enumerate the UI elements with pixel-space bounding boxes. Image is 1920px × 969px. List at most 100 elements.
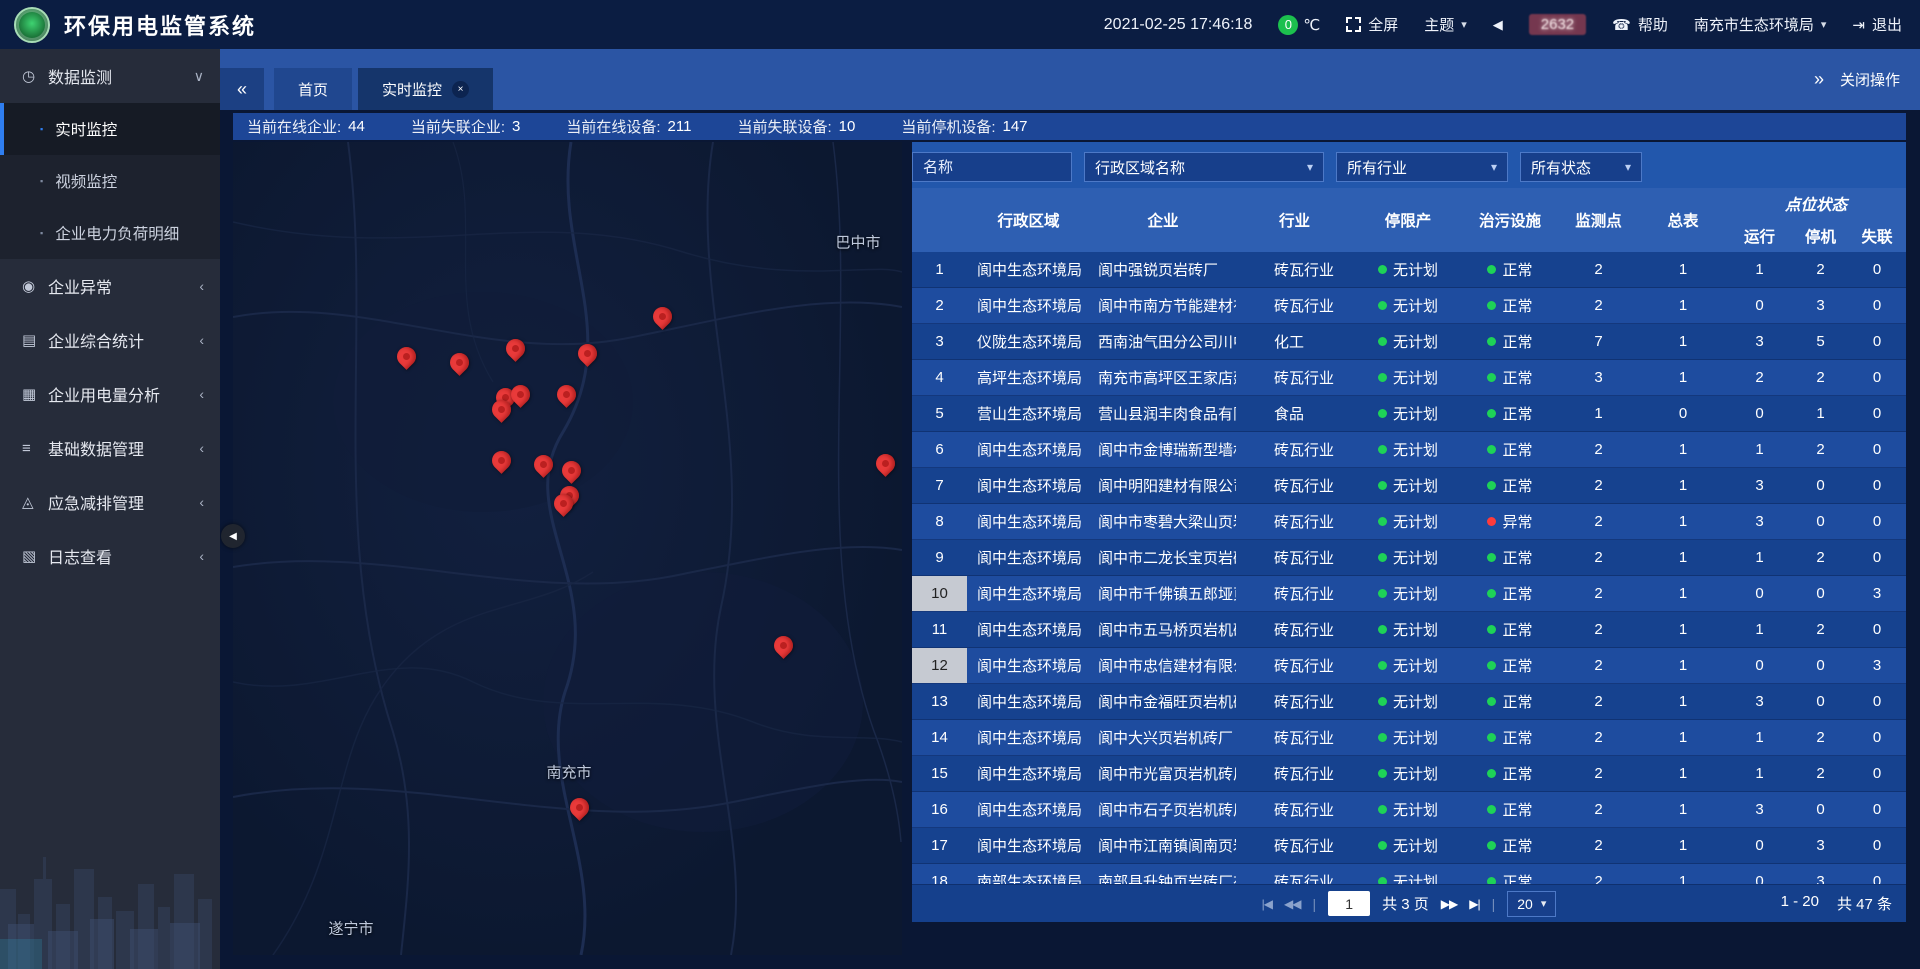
- cell-points: 2: [1557, 828, 1640, 863]
- cell-meters: 1: [1640, 792, 1726, 827]
- alert-count-badge[interactable]: 2632: [1529, 14, 1586, 35]
- organization-dropdown[interactable]: 南充市生态环境局 ▾: [1694, 14, 1827, 35]
- cell-meters: 1: [1640, 252, 1726, 287]
- status-dot: [1378, 733, 1387, 742]
- sidebar-group-item[interactable]: ◬应急减排管理‹: [0, 475, 220, 529]
- table-row[interactable]: 6阆中生态环境局阆中市金博瑞新型墙材砖瓦行业无计划正常21120: [912, 432, 1906, 468]
- table-row[interactable]: 3仪陇生态环境局西南油气田分公司川中化工无计划正常71350: [912, 324, 1906, 360]
- table-row[interactable]: 2阆中生态环境局阆中市南方节能建材有砖瓦行业无计划正常21030: [912, 288, 1906, 324]
- sidebar-subitem[interactable]: ▪实时监控: [0, 103, 220, 155]
- page-size-select[interactable]: 20 ▾: [1507, 891, 1556, 917]
- cell-points: 2: [1557, 864, 1640, 884]
- table-row[interactable]: 15阆中生态环境局阆中市光富页岩机砖厂砖瓦行业无计划正常21120: [912, 756, 1906, 792]
- table-row[interactable]: 8阆中生态环境局阆中市枣碧大梁山页岩砖瓦行业无计划异常21300: [912, 504, 1906, 540]
- city-label: 南充市: [546, 762, 591, 783]
- close-icon[interactable]: ×: [452, 81, 469, 98]
- header-lost: 失联: [1848, 220, 1906, 252]
- cell-stop: 无计划: [1353, 468, 1463, 503]
- sidebar-group-item[interactable]: ◷数据监测∨: [0, 49, 220, 103]
- industry-filter-select[interactable]: 所有行业 ▾: [1336, 152, 1508, 182]
- industry-filter-value: 所有行业: [1347, 157, 1407, 178]
- fullscreen-button[interactable]: 全屏: [1346, 14, 1398, 35]
- cell-company: 阆中大兴页岩机砖厂: [1090, 720, 1236, 755]
- status-dot: [1378, 625, 1387, 634]
- page-first-button[interactable]: |◀: [1262, 897, 1272, 911]
- status-dot: [1378, 589, 1387, 598]
- cell-meters: 1: [1640, 648, 1726, 683]
- stat-label: 当前失联企业:: [411, 116, 505, 137]
- tabs-scroll-right-button[interactable]: »: [1814, 69, 1824, 90]
- status-dot: [1487, 445, 1496, 454]
- tab-item[interactable]: 首页: [274, 68, 352, 110]
- table-row[interactable]: 11阆中生态环境局阆中市五马桥页岩机砖砖瓦行业无计划正常21120: [912, 612, 1906, 648]
- table-row[interactable]: 14阆中生态环境局阆中大兴页岩机砖厂砖瓦行业无计划正常21120: [912, 720, 1906, 756]
- cell-meters: 1: [1640, 612, 1726, 647]
- sidebar-group-item[interactable]: ◉企业异常‹: [0, 259, 220, 313]
- page-next-button[interactable]: ▶▶: [1441, 897, 1457, 911]
- table-body: 1阆中生态环境局阆中强锐页岩砖厂砖瓦行业无计划正常211202阆中生态环境局阆中…: [912, 252, 1906, 884]
- page-prev-button[interactable]: ◀◀: [1284, 897, 1300, 911]
- sidebar-group-item[interactable]: ▦企业用电量分析‹: [0, 367, 220, 421]
- database-icon: ≡: [22, 440, 48, 457]
- table-row[interactable]: 17阆中生态环境局阆中市江南镇阆南页岩砖瓦行业无计划正常21030: [912, 828, 1906, 864]
- theme-dropdown[interactable]: 主题 ▾: [1424, 14, 1467, 35]
- status-text: 正常: [1502, 691, 1532, 712]
- table-row[interactable]: 13阆中生态环境局阆中市金福旺页岩机砖砖瓦行业无计划正常21300: [912, 684, 1906, 720]
- cell-run: 1: [1726, 252, 1793, 287]
- header-region: 行政区域: [967, 188, 1090, 252]
- table-row[interactable]: 12阆中生态环境局阆中市忠信建材有限公砖瓦行业无计划正常21003: [912, 648, 1906, 684]
- page-number-input[interactable]: [1328, 891, 1370, 916]
- cell-lost: 3: [1848, 576, 1906, 611]
- sidebar-group-item[interactable]: ≡基础数据管理‹: [0, 421, 220, 475]
- sound-toggle-button[interactable]: ◀: [1493, 17, 1503, 33]
- table-row[interactable]: 9阆中生态环境局阆中市二龙长宝页岩砖砖瓦行业无计划正常21120: [912, 540, 1906, 576]
- temperature-widget: 0 ℃: [1278, 15, 1320, 35]
- menu-group-label: 基础数据管理: [48, 436, 199, 460]
- stat-label: 当前在线企业:: [247, 116, 341, 137]
- cell-lost: 0: [1848, 612, 1906, 647]
- region-filter-select[interactable]: 行政区域名称 ▾: [1084, 152, 1324, 182]
- cell-halt: 0: [1793, 468, 1848, 503]
- status-text: 正常: [1502, 763, 1532, 784]
- page-last-button[interactable]: ▶|: [1469, 897, 1479, 911]
- cell-region: 营山生态环境局: [967, 396, 1090, 431]
- cell-num: 16: [912, 792, 967, 827]
- status-dot: [1487, 877, 1496, 884]
- record-range-label: 1 - 20: [1781, 893, 1819, 914]
- sidebar-subitem[interactable]: ▪企业电力负荷明细: [0, 207, 220, 259]
- logout-button[interactable]: ⇥ 退出: [1852, 14, 1902, 35]
- status-dot: [1378, 409, 1387, 418]
- cell-industry: 化工: [1236, 324, 1353, 359]
- close-operations-button[interactable]: 关闭操作: [1840, 69, 1900, 90]
- cell-run: 2: [1726, 360, 1793, 395]
- cell-region: 阆中生态环境局: [967, 432, 1090, 467]
- table-row[interactable]: 10阆中生态环境局阆中市千佛镇五郎垭页岩砖瓦行业无计划正常21003: [912, 576, 1906, 612]
- status-text: 正常: [1502, 259, 1532, 280]
- sidebar-group-item[interactable]: ▧日志查看‹: [0, 529, 220, 583]
- table-row[interactable]: 4高坪生态环境局南充市高坪区王家店建砖瓦行业无计划正常31220: [912, 360, 1906, 396]
- map-collapse-button[interactable]: ◀: [221, 524, 245, 548]
- table-row[interactable]: 5营山生态环境局营山县润丰肉食品有限食品无计划正常10010: [912, 396, 1906, 432]
- table-row[interactable]: 1阆中生态环境局阆中强锐页岩砖厂砖瓦行业无计划正常21120: [912, 252, 1906, 288]
- help-button[interactable]: ☎ 帮助: [1612, 14, 1668, 35]
- status-text: 正常: [1502, 583, 1532, 604]
- status-filter-select[interactable]: 所有状态 ▾: [1520, 152, 1642, 182]
- status-dot: [1378, 373, 1387, 382]
- tab-active[interactable]: 实时监控×: [358, 68, 493, 110]
- status-text: 异常: [1502, 511, 1532, 532]
- cell-company: 阆中市枣碧大梁山页岩: [1090, 504, 1236, 539]
- status-text: 正常: [1502, 547, 1532, 568]
- table-row[interactable]: 18南部生态环境局南部县升钟页岩砖厂有砖瓦行业无计划正常21030: [912, 864, 1906, 884]
- menu-group-label: 应急减排管理: [48, 490, 199, 514]
- sidebar-group-item[interactable]: ▤企业综合统计‹: [0, 313, 220, 367]
- sidebar-subitem[interactable]: ▪视频监控: [0, 155, 220, 207]
- fullscreen-label: 全屏: [1368, 14, 1398, 35]
- tabs-scroll-left-button[interactable]: «: [220, 68, 264, 110]
- table-row[interactable]: 16阆中生态环境局阆中市石子页岩机砖厂砖瓦行业无计划正常21300: [912, 792, 1906, 828]
- map-panel[interactable]: ◀ 巴中市南充市遂宁市: [233, 142, 902, 955]
- table-row[interactable]: 7阆中生态环境局阆中明阳建材有限公司砖瓦行业无计划正常21300: [912, 468, 1906, 504]
- cell-num: 1: [912, 252, 967, 287]
- name-filter-input[interactable]: [912, 152, 1072, 182]
- cell-run: 1: [1726, 432, 1793, 467]
- cell-run: 1: [1726, 720, 1793, 755]
